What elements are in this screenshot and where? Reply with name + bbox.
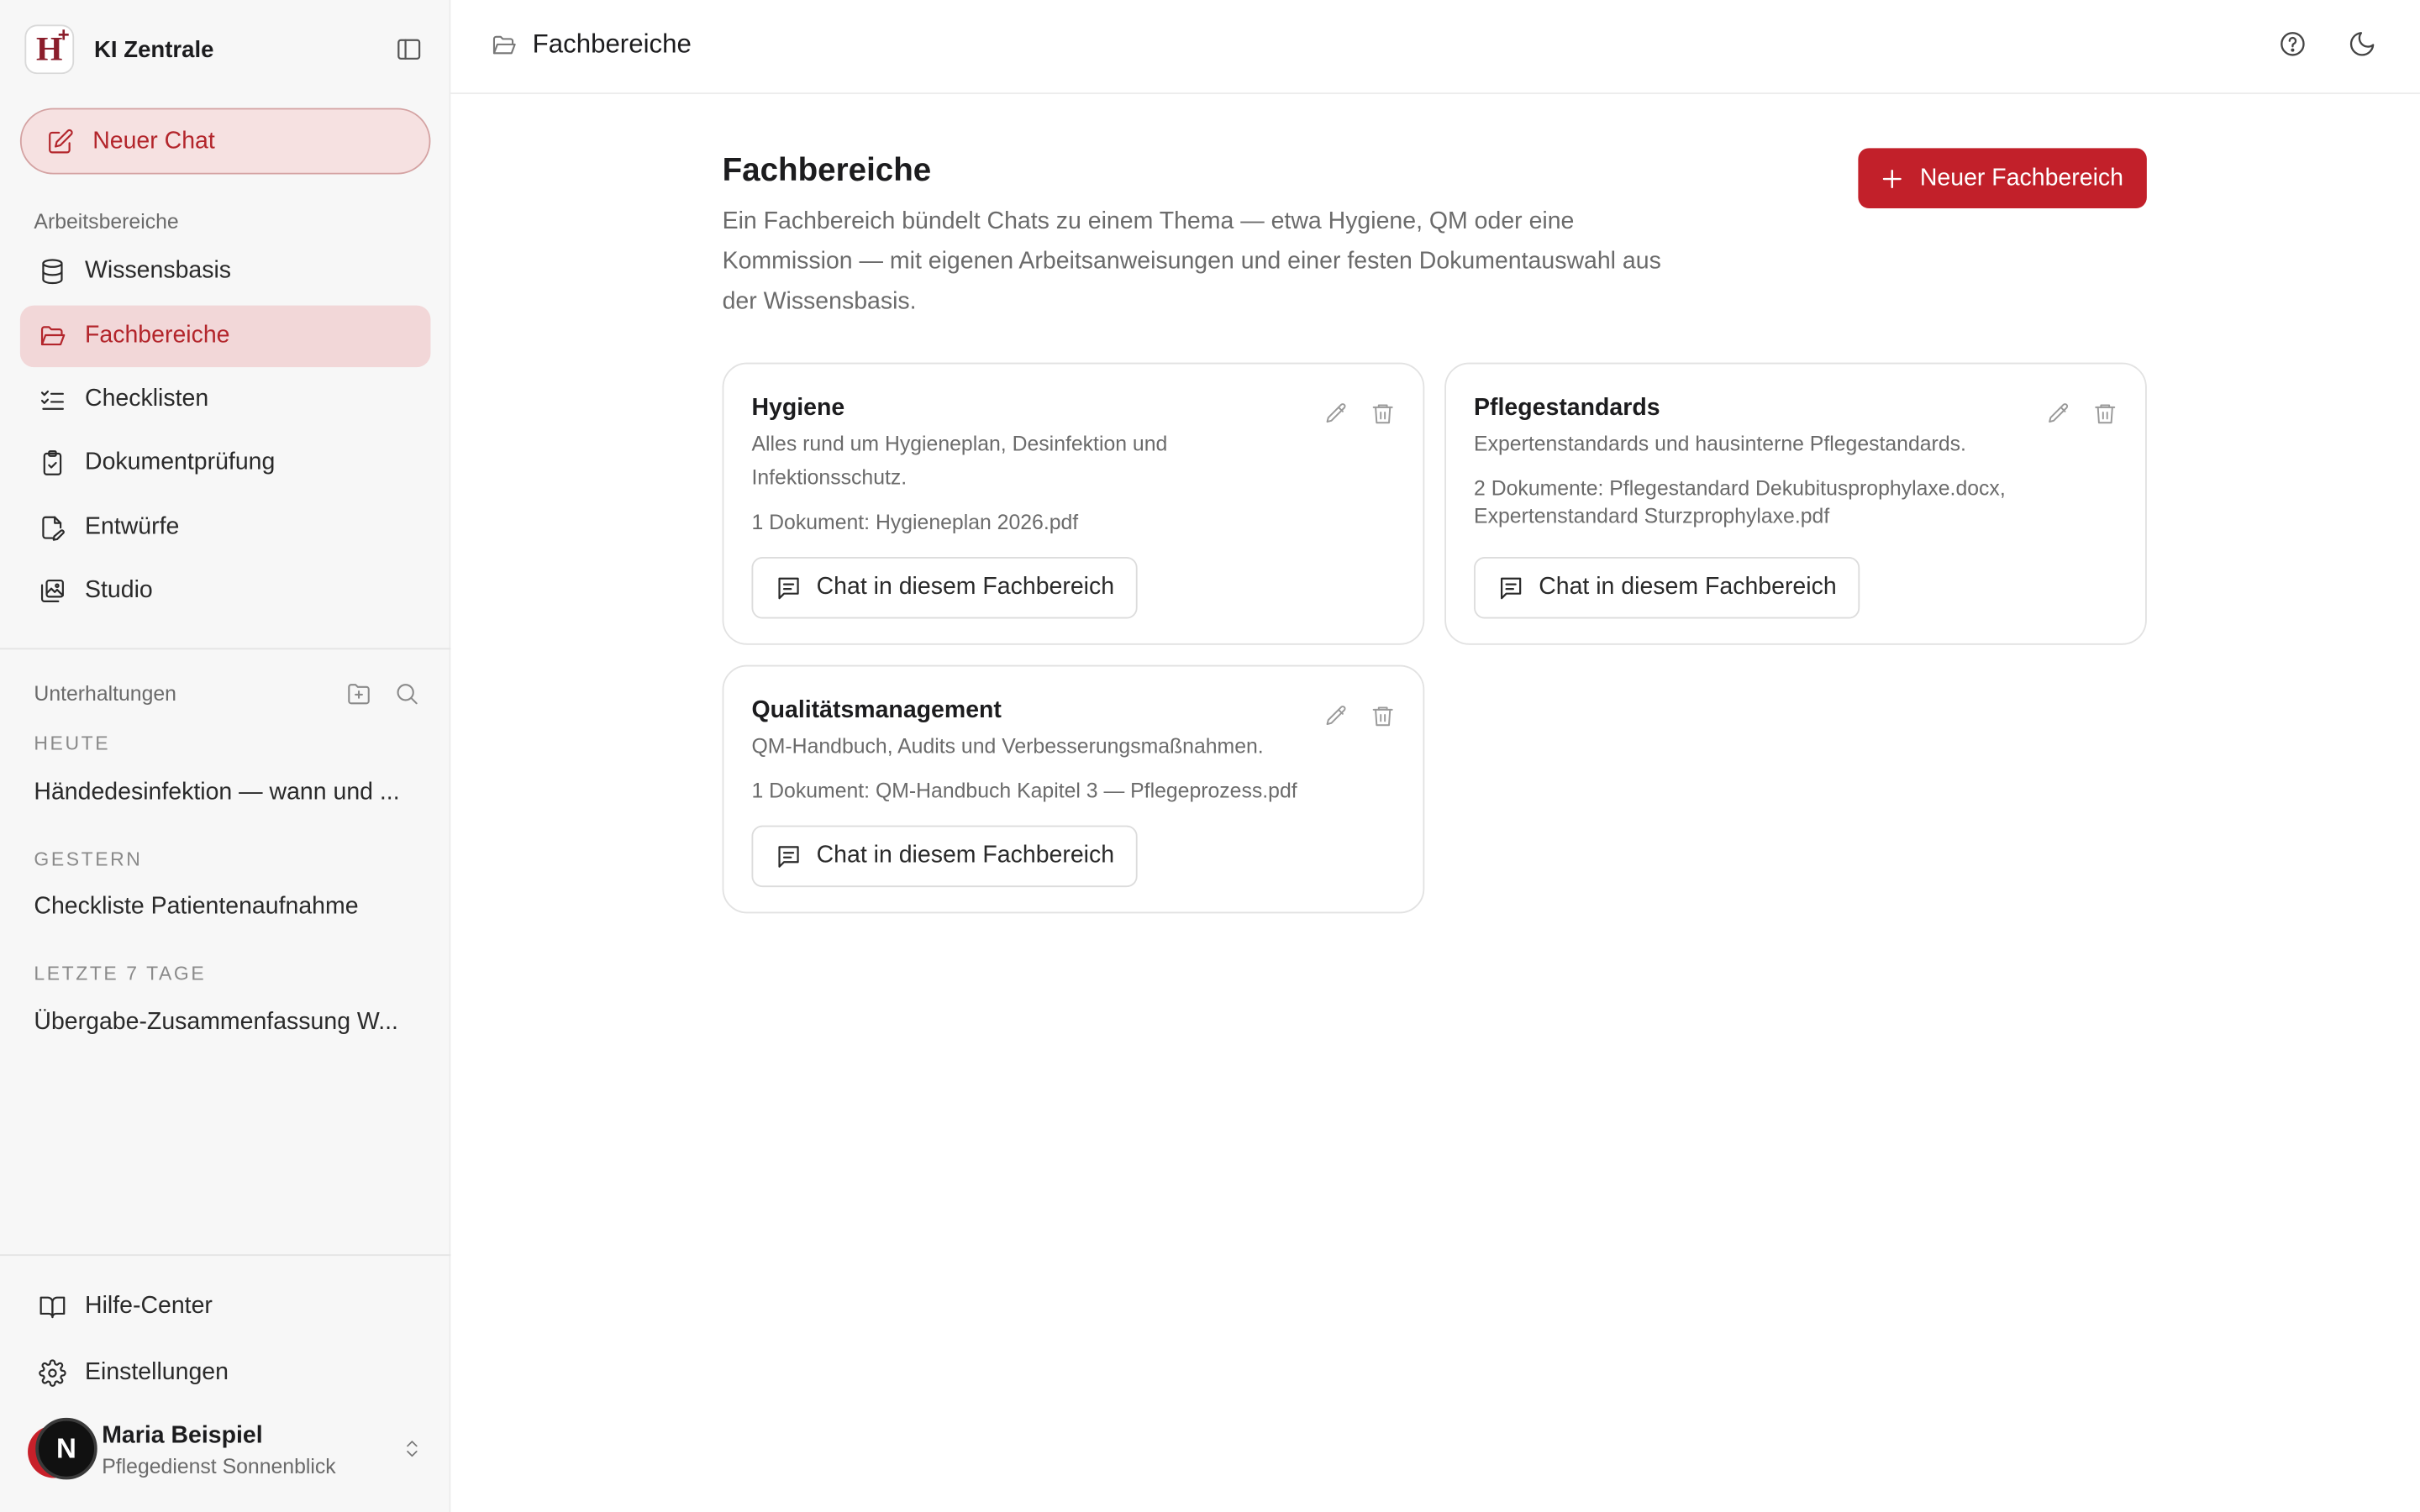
- new-fachbereich-button[interactable]: Neuer Fachbereich: [1858, 148, 2147, 208]
- chat-in-fachbereich-button[interactable]: Chat in diesem Fachbereich: [751, 825, 1138, 888]
- pencil-icon[interactable]: [2046, 402, 2070, 426]
- chat-in-fachbereich-button[interactable]: Chat in diesem Fachbereich: [751, 557, 1138, 619]
- sidebar-item-label: Hilfe-Center: [85, 1293, 213, 1320]
- sidebar-item-checklisten[interactable]: Checklisten: [20, 369, 431, 430]
- folder-open-icon: [491, 32, 517, 58]
- chat-button-label: Chat in diesem Fachbereich: [816, 842, 1115, 869]
- sidebar-item-einstellungen[interactable]: Einstellungen: [20, 1342, 431, 1404]
- trash-icon[interactable]: [2093, 402, 2118, 426]
- sidebar-item-studio[interactable]: Studio: [20, 560, 431, 622]
- sidebar-item-label: Checklisten: [85, 386, 209, 412]
- new-chat-label: Neuer Chat: [92, 127, 215, 154]
- card-title: Hygiene: [751, 395, 845, 422]
- workspaces-label: Arbeitsbereiche: [34, 209, 179, 234]
- new-fachbereich-label: Neuer Fachbereich: [1919, 164, 2123, 191]
- sidebar-item-label: Entwürfe: [85, 513, 180, 540]
- card-documents: 2 Dokumente: Pflegestandard Dekubituspro…: [1474, 476, 2006, 528]
- card-title: Pflegestandards: [1474, 395, 1660, 422]
- card-description: Alles rund um Hygieneplan, Desinfektion …: [751, 432, 1168, 490]
- sidebar: H + KI Zentrale Neuer Chat Arbeitsbereich…: [0, 0, 451, 1512]
- folder-plus-icon[interactable]: [345, 680, 371, 706]
- help-icon[interactable]: [2278, 29, 2307, 59]
- gear-icon: [39, 1359, 66, 1387]
- conversation-item[interactable]: Checkliste Patientenaufnahme: [34, 893, 419, 921]
- moon-icon[interactable]: [2348, 29, 2377, 59]
- group-label-last-7-days: LETZTE 7 TAGE: [34, 963, 207, 984]
- message-square-icon: [775, 574, 802, 601]
- search-icon[interactable]: [393, 680, 419, 706]
- card-documents: 1 Dokument: QM-Handbuch Kapitel 3 — Pfle…: [751, 779, 1297, 803]
- conversation-item[interactable]: Händedesinfektion — wann und ...: [34, 780, 419, 807]
- chevron-up-down-icon: [402, 1438, 424, 1460]
- main-content: Fachbereiche Fachbereiche Ein Fachbereic…: [450, 0, 2420, 1512]
- avatar: N: [28, 1416, 97, 1484]
- conversation-item[interactable]: Übergabe-Zusammenfassung W...: [34, 1009, 419, 1037]
- app-name: KI Zentrale: [94, 36, 214, 63]
- conversations-label: Unterhaltungen: [34, 681, 176, 706]
- database-icon: [39, 258, 66, 286]
- card-description: QM-Handbuch, Audits und Verbesserungsmaß…: [751, 734, 1264, 758]
- breadcrumb-label: Fachbereiche: [532, 29, 692, 59]
- file-edit-icon: [39, 514, 66, 542]
- breadcrumb: Fachbereiche: [491, 29, 692, 60]
- sidebar-divider: [0, 1254, 451, 1257]
- sidebar-item-wissensbasis[interactable]: Wissensbasis: [20, 241, 431, 302]
- card-documents: 1 Dokument: Hygieneplan 2026.pdf: [751, 510, 1079, 534]
- sidebar-item-label: Fachbereiche: [85, 322, 230, 349]
- edit-icon: [46, 128, 74, 155]
- page-description: Ein Fachbereich bündelt Chats zu einem T…: [722, 207, 1661, 315]
- trash-icon[interactable]: [1370, 704, 1395, 728]
- folder-open-icon: [39, 323, 66, 350]
- message-square-icon: [1497, 574, 1525, 601]
- sidebar-toggle-icon[interactable]: [392, 33, 426, 66]
- list-check-icon: [39, 386, 66, 413]
- chat-in-fachbereich-button[interactable]: Chat in diesem Fachbereich: [1474, 557, 1860, 619]
- top-bar: Fachbereiche: [450, 0, 2420, 95]
- brand[interactable]: H + KI Zentrale: [24, 24, 214, 75]
- sidebar-item-label: Dokumentprüfung: [85, 449, 276, 475]
- page-title: Fachbereiche: [722, 152, 932, 189]
- image-gallery-icon: [39, 577, 66, 605]
- pencil-icon[interactable]: [1324, 402, 1349, 426]
- sidebar-item-label: Wissensbasis: [85, 257, 232, 284]
- sidebar-item-fachbereiche[interactable]: Fachbereiche: [19, 305, 431, 368]
- book-open-icon: [39, 1293, 66, 1320]
- group-label-today: HEUTE: [34, 732, 111, 755]
- pencil-icon[interactable]: [1324, 704, 1349, 728]
- sidebar-item-label: Studio: [85, 576, 153, 604]
- sidebar-item-dokumentpruefung[interactable]: Dokumentprüfung: [20, 432, 431, 493]
- sidebar-item-label: Einstellungen: [85, 1359, 229, 1386]
- trash-icon[interactable]: [1370, 402, 1395, 426]
- card-title: Qualitätsmanagement: [751, 697, 1002, 724]
- sidebar-item-hilfe-center[interactable]: Hilfe-Center: [20, 1276, 431, 1337]
- user-name: Maria Beispiel: [102, 1422, 263, 1449]
- fachbereich-card: Pflegestandards Expertenstandards und ha…: [1444, 362, 2147, 645]
- plus-icon: [1880, 165, 1904, 190]
- fachbereich-card: Hygiene Alles rund um Hygieneplan, Desin…: [722, 362, 1425, 645]
- new-chat-button[interactable]: Neuer Chat: [19, 108, 431, 175]
- card-description: Expertenstandards und hausinterne Pflege…: [1474, 432, 1966, 455]
- fachbereich-card: Qualitätsmanagement QM-Handbuch, Audits …: [722, 664, 1425, 914]
- chat-button-label: Chat in diesem Fachbereich: [816, 574, 1115, 601]
- sidebar-divider: [0, 648, 451, 650]
- sidebar-item-entwuerfe[interactable]: Entwürfe: [20, 496, 431, 558]
- app-logo: H +: [24, 24, 75, 75]
- message-square-icon: [775, 843, 802, 870]
- group-label-yesterday: GESTERN: [34, 848, 143, 870]
- user-organization: Pflegedienst Sonnenblick: [102, 1455, 336, 1478]
- user-menu[interactable]: N Maria Beispiel Pflegedienst Sonnenblic…: [28, 1416, 432, 1484]
- clipboard-check-icon: [39, 449, 66, 476]
- chat-button-label: Chat in diesem Fachbereich: [1539, 574, 1837, 601]
